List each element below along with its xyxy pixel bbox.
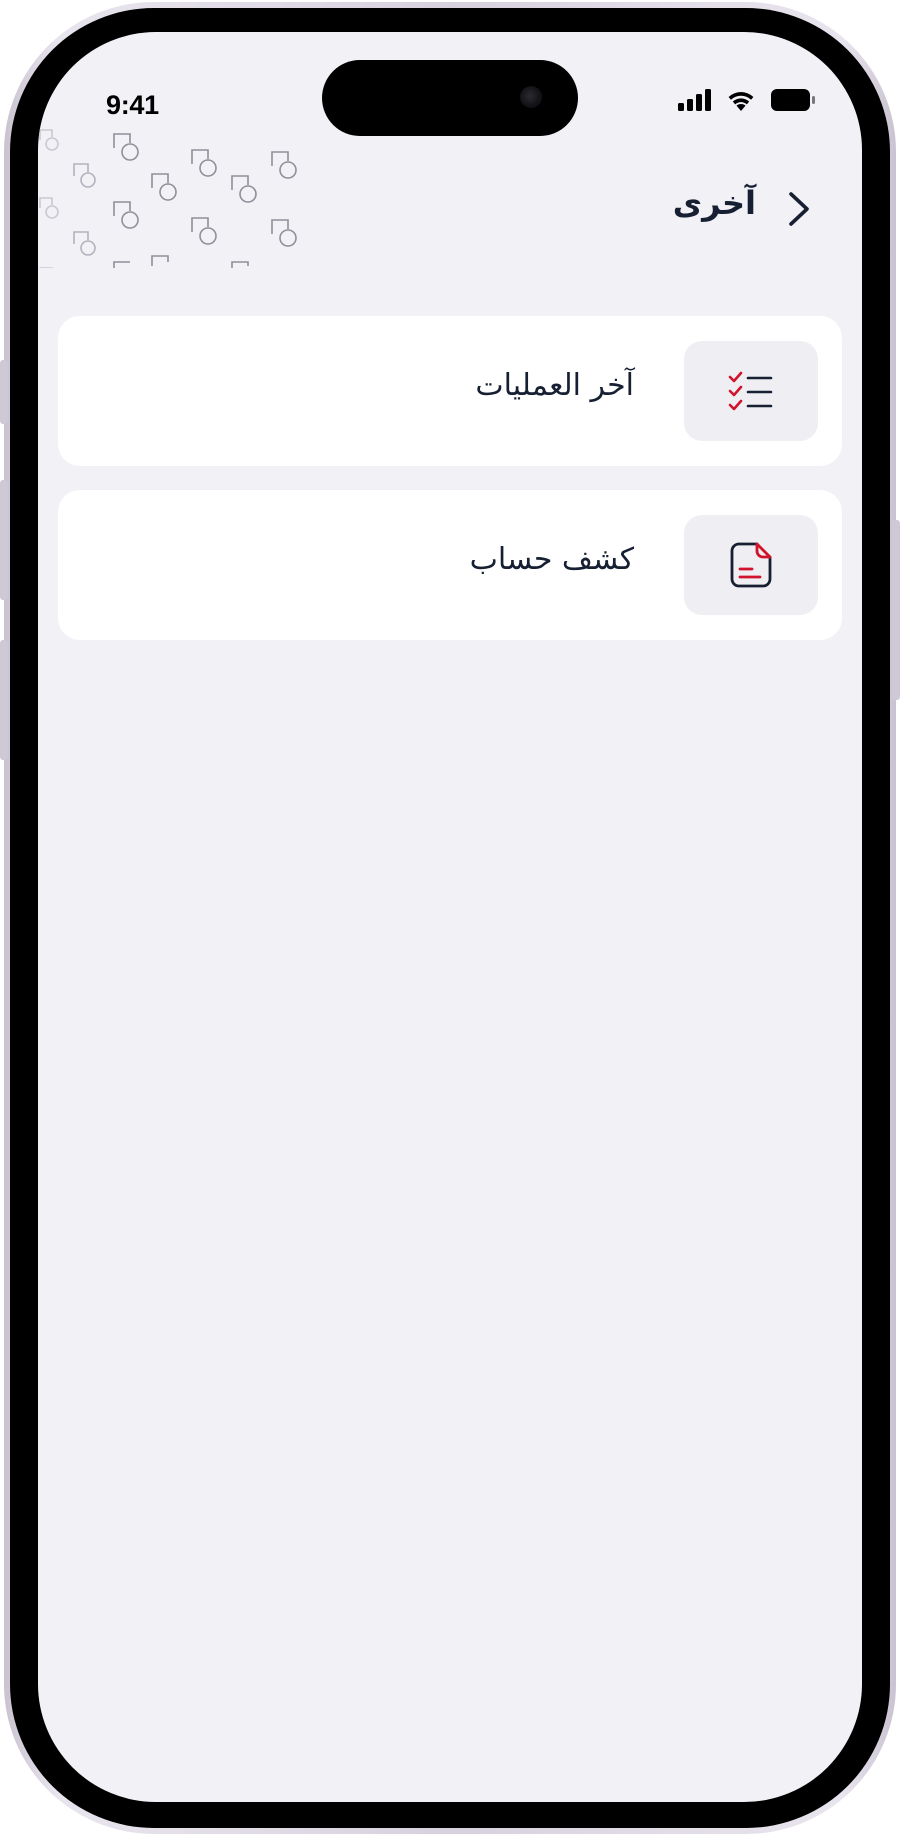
statement-document-icon	[730, 542, 772, 588]
side-button-volume-down	[0, 640, 8, 760]
wifi-icon	[728, 92, 754, 111]
menu-item-account-statement[interactable]: كشف حساب	[58, 490, 842, 640]
side-button-power	[892, 520, 900, 700]
back-button[interactable]	[776, 186, 822, 232]
page-title: آخرى	[672, 184, 756, 222]
side-button-volume-up	[0, 480, 8, 600]
menu-item-label: كشف حساب	[469, 542, 634, 577]
checklist-icon	[728, 371, 773, 411]
front-camera-icon	[520, 86, 542, 108]
status-icons	[678, 88, 816, 112]
menu-item-label: آخر العمليات	[475, 368, 634, 403]
chevron-right-icon	[789, 192, 809, 226]
menu-item-recent-transactions[interactable]: آخر العمليات	[58, 316, 842, 466]
app-screen: 9:41 آخرى آخر العمليات كشف حساب	[38, 32, 862, 1802]
menu-list: آخر العمليات كشف حساب	[58, 316, 842, 664]
battery-icon	[771, 89, 815, 111]
icon-container	[684, 515, 818, 615]
status-time: 9:41	[106, 90, 159, 120]
dynamic-island	[322, 60, 578, 136]
side-button-action	[0, 360, 8, 424]
page-header: آخرى	[38, 172, 862, 262]
icon-container	[684, 341, 818, 441]
cellular-signal-icon	[678, 89, 711, 111]
